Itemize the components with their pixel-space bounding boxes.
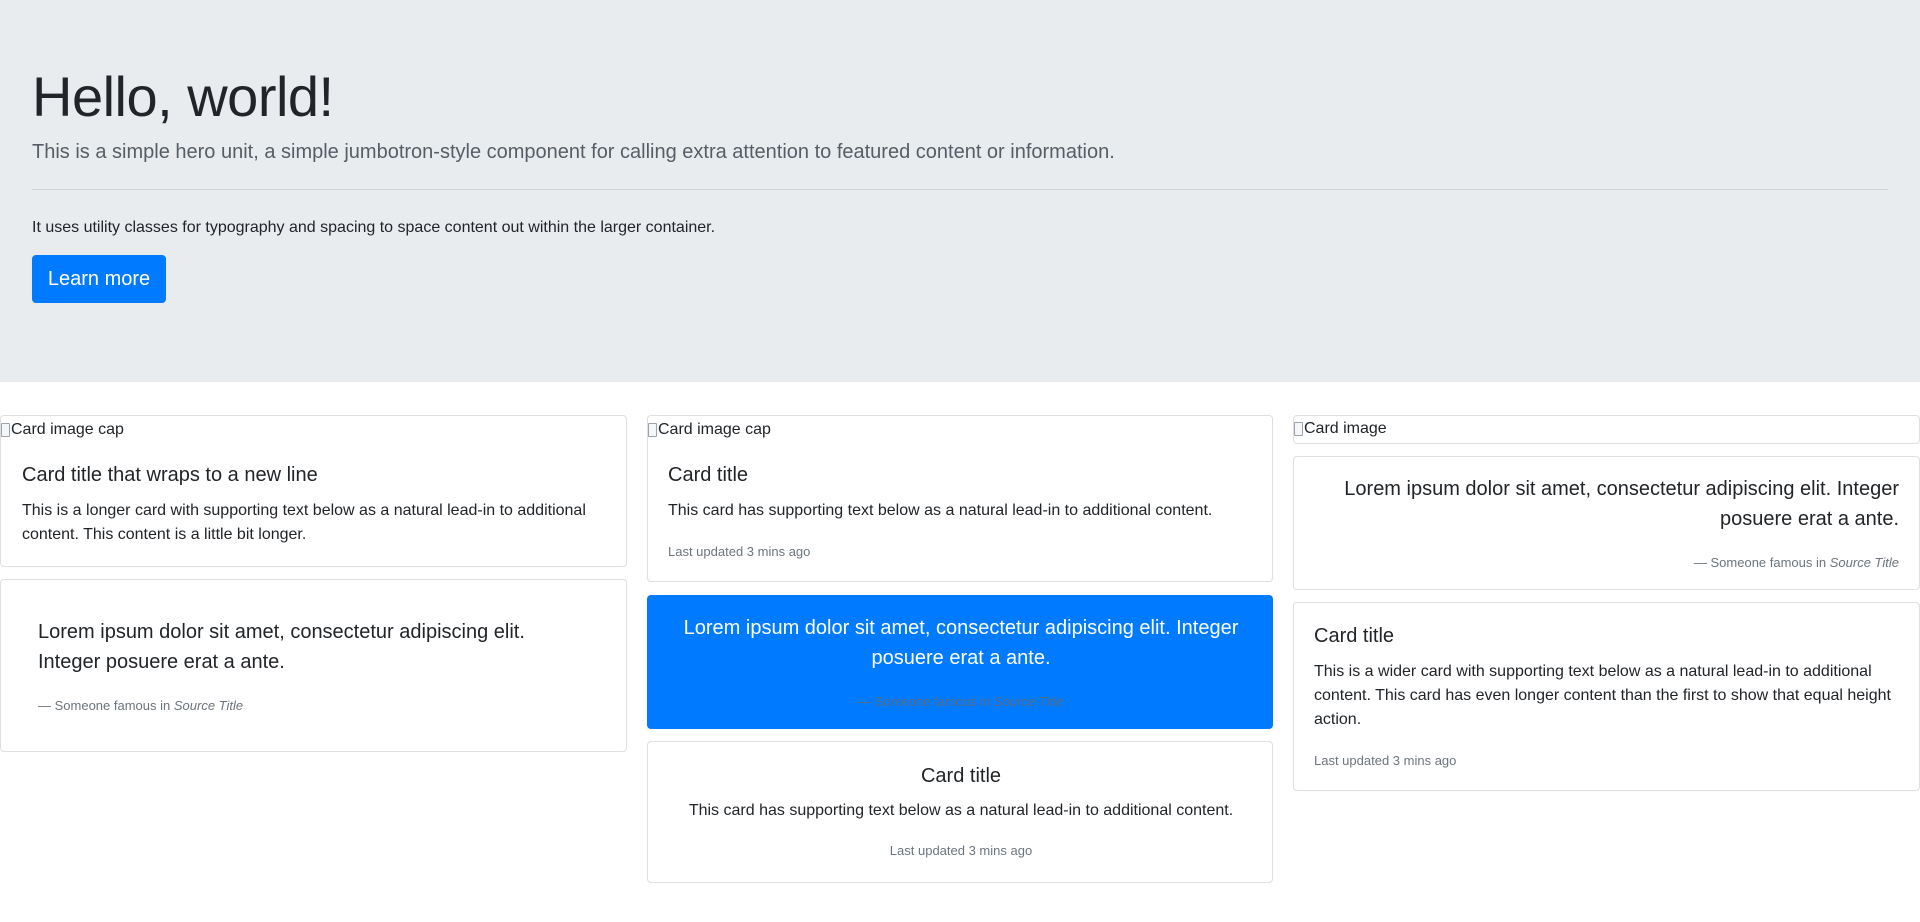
card-title: Card title bbox=[668, 464, 749, 486]
source-title: Source Title bbox=[1829, 555, 1899, 570]
card-image-cap: Card image cap bbox=[1, 420, 124, 440]
blockquote-text: Lorem ipsum dolor sit amet, consectetur … bbox=[38, 621, 525, 673]
wider-card: Card title This is a wider card with sup… bbox=[1293, 602, 1920, 791]
card-image-cap: Card image cap bbox=[648, 420, 771, 440]
image-alt-text: Card image bbox=[1304, 420, 1387, 437]
card-title: Card title bbox=[920, 765, 1002, 787]
image-card: Card image bbox=[1293, 415, 1920, 444]
divider bbox=[32, 189, 1888, 190]
image-alt-text: Card image cap bbox=[11, 421, 124, 438]
broken-image-icon bbox=[1, 423, 10, 437]
card-text: This is a longer card with supporting te… bbox=[22, 502, 586, 543]
source-title: Source Title bbox=[173, 698, 244, 713]
last-updated-text: Last updated 3 mins ago bbox=[889, 843, 1033, 858]
card-title: Card title that wraps to a new line bbox=[22, 464, 318, 486]
card-title-wraps: Card image cap Card title that wraps to … bbox=[0, 415, 627, 567]
card-image: Card image bbox=[1294, 419, 1387, 439]
learn-more-button[interactable]: Learn more bbox=[32, 255, 166, 303]
card-text: This card has supporting text below as a… bbox=[668, 502, 1213, 519]
blockquote-footer: — Someone famous in Source Title bbox=[1693, 555, 1899, 570]
right-quote-card: Lorem ipsum dolor sit amet, consectetur … bbox=[1293, 456, 1920, 590]
blockquote-text: Lorem ipsum dolor sit amet, consectetur … bbox=[683, 617, 1239, 669]
source-title: Source Title bbox=[994, 694, 1064, 709]
jumbotron-lead: This is a simple hero unit, a simple jum… bbox=[32, 141, 1115, 163]
jumbotron-text: It uses utility classes for typography a… bbox=[32, 219, 716, 236]
card-title: Card title bbox=[1314, 625, 1395, 647]
broken-image-icon bbox=[648, 423, 657, 437]
broken-image-icon bbox=[1294, 422, 1303, 436]
centered-card: Card title This card has supporting text… bbox=[647, 741, 1273, 883]
blockquote-footer: — Someone famous in Source Title bbox=[858, 694, 1064, 709]
image-alt-text: Card image cap bbox=[658, 421, 771, 438]
last-updated-text: Last updated 3 mins ago bbox=[1314, 753, 1457, 768]
blockquote-text: Lorem ipsum dolor sit amet, consectetur … bbox=[1344, 478, 1899, 530]
last-updated-text: Last updated 3 mins ago bbox=[668, 544, 811, 559]
quote-card: Lorem ipsum dolor sit amet, consectetur … bbox=[0, 579, 627, 752]
primary-quote-card: Lorem ipsum dolor sit amet, consectetur … bbox=[647, 595, 1273, 729]
jumbotron-title: Hello, world! bbox=[32, 65, 334, 128]
blockquote-footer: — Someone famous in Source Title bbox=[38, 698, 244, 713]
card-text: This card has supporting text below as a… bbox=[688, 802, 1234, 819]
card-with-image: Card image cap Card title This card has … bbox=[647, 415, 1273, 582]
card-text: This is a wider card with supporting tex… bbox=[1314, 663, 1891, 728]
jumbotron: Hello, world! This is a simple hero unit… bbox=[0, 0, 1920, 382]
